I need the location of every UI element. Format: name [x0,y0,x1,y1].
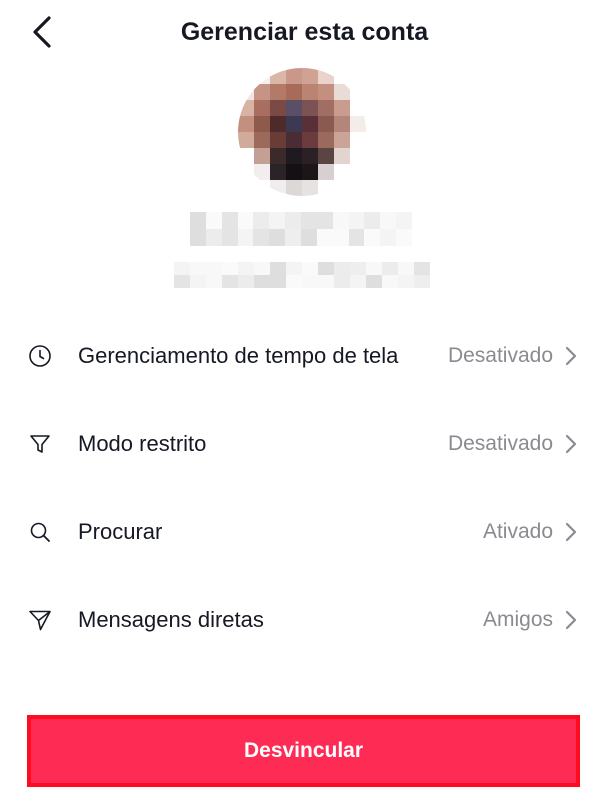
blurred-display-name [190,212,412,246]
setting-label: Procurar [78,519,163,544]
unlink-button[interactable]: Desvincular [27,715,580,787]
setting-row-search[interactable]: Procurar Ativado [0,488,609,576]
send-icon [28,608,52,632]
setting-row-restricted-mode[interactable]: Modo restrito Desativado [0,400,609,488]
setting-value: Ativado [482,520,553,543]
setting-label: Modo restrito [78,431,207,456]
manage-account-screen: Gerenciar esta conta Gerenciamento de te… [0,0,609,812]
setting-label: Mensagens diretas [78,607,264,632]
setting-value: Desativado [447,344,553,367]
unlink-label: Desvincular [243,739,364,762]
settings-list: Gerenciamento de tempo de tela Desativad… [0,312,609,664]
chevron-right-icon [561,608,581,632]
filter-icon [28,432,52,456]
chevron-right-icon [561,432,581,456]
search-icon [28,520,52,544]
blurred-username [174,262,430,288]
setting-label: Gerenciamento de tempo de tela [78,343,399,368]
clock-icon [28,344,52,368]
chevron-right-icon [561,520,581,544]
avatar [238,68,366,196]
chevron-right-icon [561,344,581,368]
page-title: Gerenciar esta conta [180,18,429,46]
setting-row-screen-time[interactable]: Gerenciamento de tempo de tela Desativad… [0,312,609,400]
setting-value: Amigos [482,608,553,631]
setting-row-direct-messages[interactable]: Mensagens diretas Amigos [0,576,609,664]
setting-value: Desativado [447,432,553,455]
